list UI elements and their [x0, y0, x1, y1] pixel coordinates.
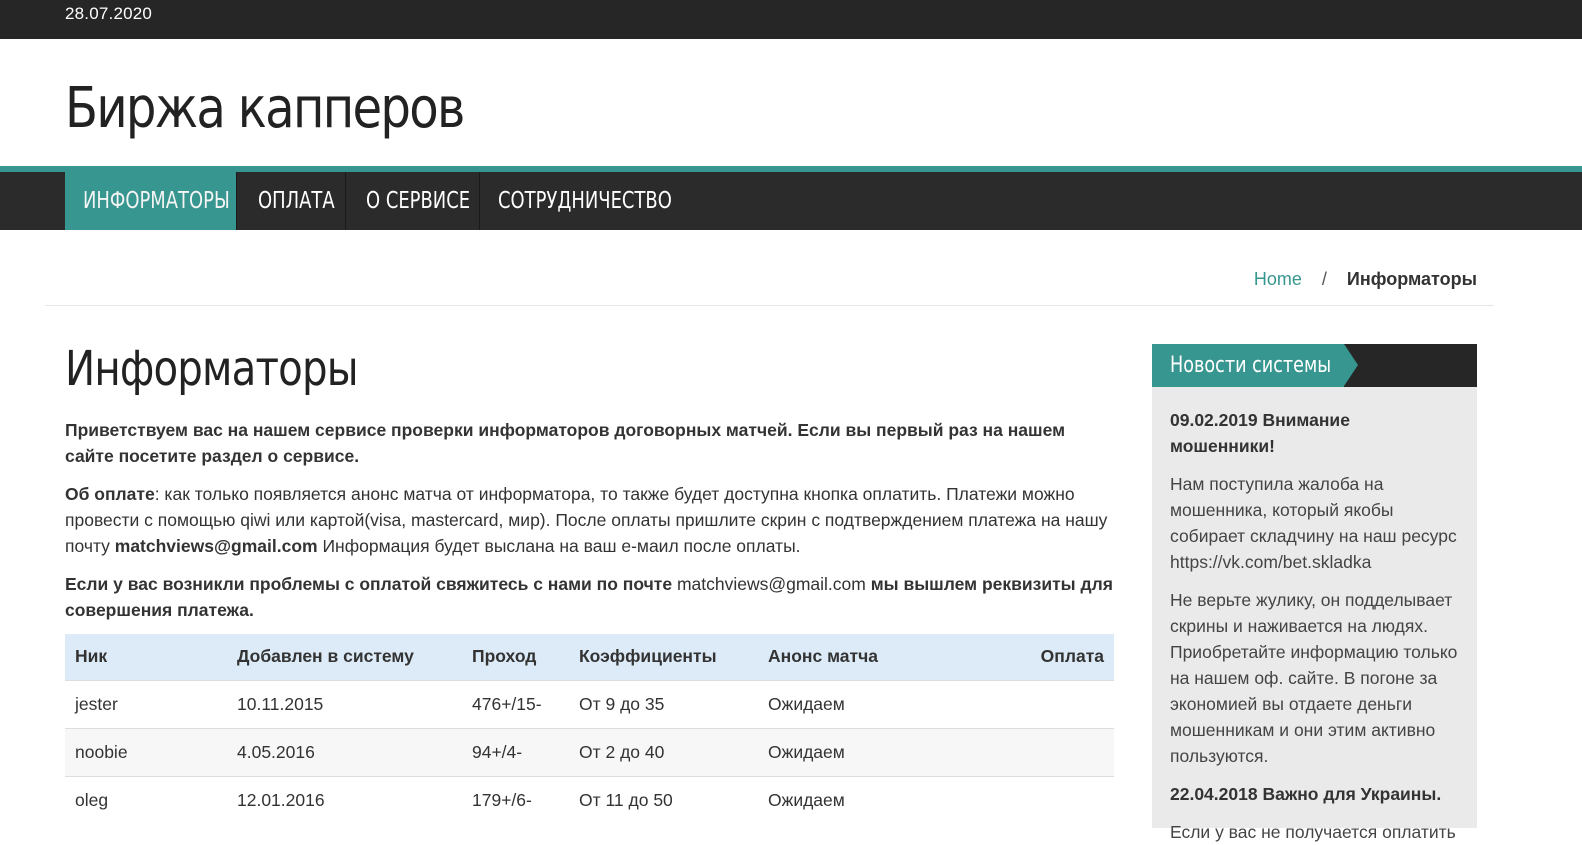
nav-item-informators[interactable]: Информаторы: [65, 172, 237, 230]
cell-added: 4.05.2016: [227, 727, 462, 776]
breadcrumb-current: Информаторы: [1346, 269, 1477, 289]
cell-pass: 179+/6-: [462, 775, 569, 824]
cell-nick: jester: [65, 679, 227, 728]
main-nav: Информаторы Оплата О сервисе Сотрудничес…: [0, 172, 1582, 230]
cell-payment: [958, 775, 1114, 824]
nav-item-payment[interactable]: Оплата: [237, 172, 346, 230]
breadcrumb-separator: /: [1321, 269, 1327, 289]
payment-label: Об оплате: [65, 484, 155, 504]
cell-odds: От 11 до 50: [569, 775, 758, 824]
nav-item-about[interactable]: О сервисе: [346, 172, 480, 230]
table-row: oleg 12.01.2016 179+/6- От 11 до 50 Ожид…: [65, 775, 1114, 824]
content-divider: [45, 305, 1494, 306]
current-date: 28.07.2020: [65, 4, 153, 23]
news-sidebar: Новости системы 09.02.2019 Внимание моше…: [1152, 344, 1477, 842]
cell-added: 12.01.2016: [227, 775, 462, 824]
page-title: Информаторы: [65, 341, 359, 397]
column-header-pass: Проход: [462, 634, 569, 680]
problems-text-1: Если у вас возникли проблемы с оплатой с…: [65, 574, 677, 594]
breadcrumb: Home / Информаторы: [1254, 269, 1477, 290]
news-widget-header: Новости системы: [1152, 344, 1477, 387]
column-header-odds: Коэффициенты: [569, 634, 758, 680]
column-header-announce: Анонс матча: [758, 634, 958, 680]
news-heading[interactable]: 22.04.2018 Важно для Украины.: [1170, 781, 1459, 807]
news-heading[interactable]: 09.02.2019 Внимание мошенники!: [1170, 407, 1459, 459]
column-header-added: Добавлен в систему: [227, 634, 462, 680]
problems-email: matchviews@gmail.com: [676, 574, 866, 594]
news-widget-title: Новости системы: [1152, 344, 1344, 387]
cell-nick: oleg: [65, 775, 227, 824]
payment-email: matchviews@gmail.com: [114, 536, 318, 556]
news-paragraph: Не верьте жулику, он подделывает скрины …: [1170, 590, 1458, 766]
cell-nick: noobie: [65, 727, 227, 776]
cell-odds: От 2 до 40: [569, 727, 758, 776]
cell-odds: От 9 до 35: [569, 679, 758, 728]
news-paragraph: Если у вас не получается оплатить: [1170, 822, 1456, 842]
cell-added: 10.11.2015: [227, 679, 462, 728]
cell-pass: 94+/4-: [462, 727, 569, 776]
cell-payment: [958, 727, 1114, 776]
news-list: 09.02.2019 Внимание мошенники! Нам посту…: [1152, 387, 1477, 845]
breadcrumb-home-link[interactable]: Home: [1254, 269, 1302, 289]
cell-announce: Ожидаем: [758, 775, 958, 824]
cell-pass: 476+/15-: [462, 679, 569, 728]
cell-payment: [958, 679, 1114, 728]
cell-announce: Ожидаем: [758, 679, 958, 728]
intro-text: Приветствуем вас на нашем сервисе провер…: [65, 420, 1066, 466]
payment-text-2: Информация будет выслана на ваш е-маил п…: [317, 536, 801, 556]
informators-table: Ник Добавлен в систему Проход Коэффициен…: [65, 634, 1114, 824]
table-row: noobie 4.05.2016 94+/4- От 2 до 40 Ожида…: [65, 727, 1114, 776]
informators-table-wrapper: Ник Добавлен в систему Проход Коэффициен…: [65, 634, 1114, 824]
top-bar: 28.07.2020: [0, 0, 1582, 39]
site-title[interactable]: Биржа капперов: [65, 76, 465, 141]
nav-item-cooperation[interactable]: Сотрудничество: [480, 172, 680, 230]
table-header-row: Ник Добавлен в систему Проход Коэффициен…: [65, 634, 1114, 680]
table-row: jester 10.11.2015 476+/15- От 9 до 35 Ож…: [65, 679, 1114, 728]
payment-info: Об оплате: как только появляется анонс м…: [65, 481, 1114, 559]
cell-announce: Ожидаем: [758, 727, 958, 776]
column-header-payment: Оплата: [958, 634, 1114, 680]
widget-title-arrow: [1344, 344, 1358, 386]
column-header-nick: Ник: [65, 634, 227, 680]
news-paragraph: Нам поступила жалоба на мошенника, котор…: [1170, 474, 1457, 572]
problems-info: Если у вас возникли проблемы с оплатой с…: [65, 571, 1114, 623]
intro-content: Приветствуем вас на нашем сервисе провер…: [65, 417, 1114, 635]
